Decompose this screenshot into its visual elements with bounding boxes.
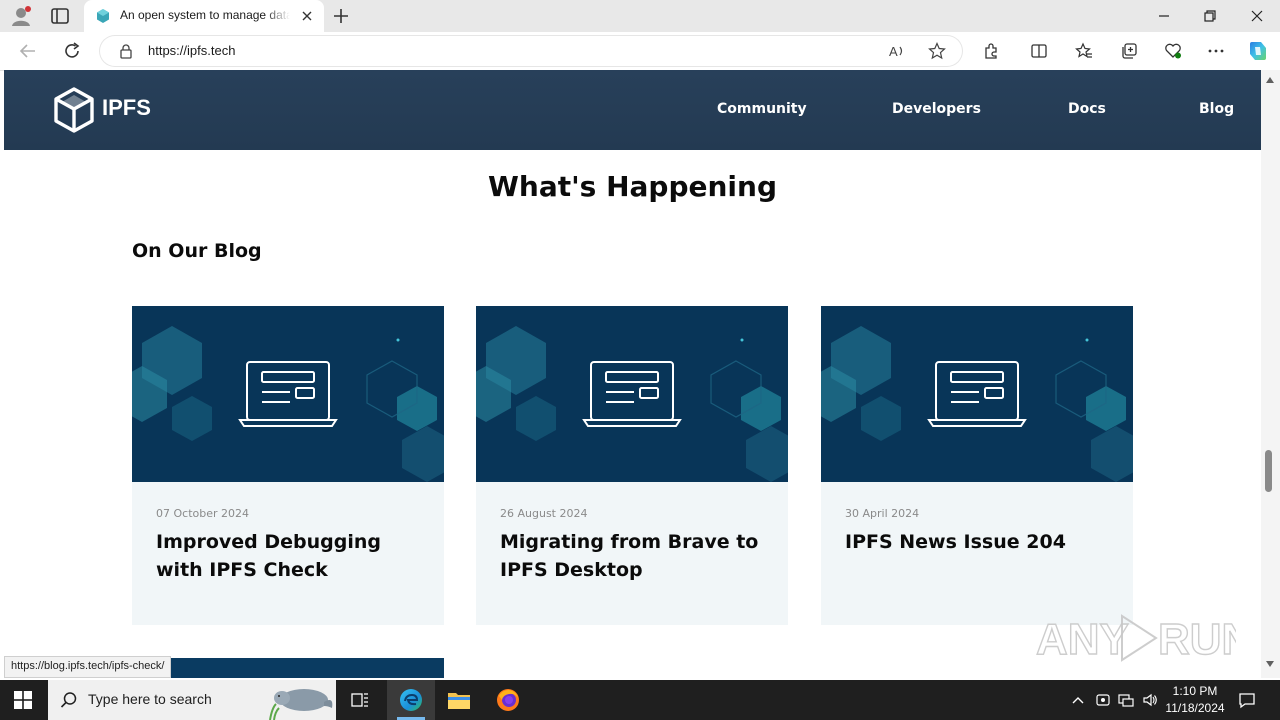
- task-view-icon: [351, 693, 368, 707]
- url-text[interactable]: https://ipfs.tech: [148, 43, 235, 58]
- favorite-star-icon[interactable]: [928, 42, 946, 60]
- volume-icon[interactable]: [1142, 692, 1158, 708]
- search-icon: [60, 692, 77, 708]
- tray-chevron-up-icon[interactable]: [1070, 692, 1086, 708]
- windows-start-icon[interactable]: [14, 691, 32, 709]
- card-title[interactable]: Improved Debugging with IPFS Check: [156, 528, 426, 584]
- anyrun-watermark: ANY RUN: [1036, 614, 1236, 665]
- edge-icon: [400, 689, 422, 711]
- clock-time: 1:10 PM: [1172, 684, 1218, 698]
- restore-icon[interactable]: [1202, 8, 1218, 24]
- web-page: IPFS Community Developers Docs Blog What…: [4, 70, 1261, 678]
- blog-card-image: [476, 306, 788, 482]
- copilot-icon[interactable]: [1246, 39, 1270, 63]
- clock-date: 11/18/2024: [1165, 701, 1225, 715]
- scroll-up-icon[interactable]: [1265, 76, 1275, 84]
- firefox-icon: [497, 689, 519, 711]
- new-tab-icon[interactable]: [332, 7, 350, 25]
- browser-tab-bar: An open system to manage data without a …: [0, 0, 1280, 32]
- tab-actions-icon[interactable]: [50, 7, 70, 25]
- close-window-icon[interactable]: [1249, 8, 1265, 24]
- blog-heading: On Our Blog: [132, 240, 262, 262]
- ipfs-logo-link[interactable]: IPFS: [52, 86, 152, 134]
- lock-icon[interactable]: [118, 43, 134, 59]
- svg-text:ANY: ANY: [1036, 615, 1129, 664]
- close-tab-icon[interactable]: [300, 9, 314, 23]
- nav-community[interactable]: Community: [717, 101, 807, 117]
- browser-essentials-icon[interactable]: [1164, 42, 1182, 60]
- nav-docs[interactable]: Docs: [1068, 101, 1106, 117]
- card-date: 30 April 2024: [845, 507, 920, 520]
- network-icon[interactable]: [1118, 692, 1134, 708]
- meet-now-icon[interactable]: [1095, 692, 1111, 708]
- page-scrollbar[interactable]: [1261, 70, 1280, 678]
- nav-blog[interactable]: Blog: [1199, 101, 1234, 117]
- card-title[interactable]: Migrating from Brave to IPFS Desktop: [500, 528, 770, 584]
- folder-icon: [448, 693, 470, 709]
- extensions-icon[interactable]: [982, 42, 1000, 60]
- tab-title: An open system to manage data without a …: [120, 8, 290, 22]
- split-screen-icon[interactable]: [1030, 42, 1048, 60]
- nav-developers[interactable]: Developers: [892, 101, 981, 117]
- svg-text:A: A: [889, 44, 898, 59]
- svg-text:RUN: RUN: [1158, 615, 1236, 664]
- blog-card[interactable]: 26 August 2024 Migrating from Brave to I…: [476, 306, 788, 625]
- back-arrow-icon[interactable]: [18, 41, 38, 61]
- manatee-search-highlight-icon: [269, 689, 333, 720]
- url-bar[interactable]: https://ipfs.tech A: [100, 36, 962, 66]
- card-date: 26 August 2024: [500, 507, 588, 520]
- status-bar-url: https://blog.ipfs.tech/ipfs-check/: [4, 656, 172, 678]
- search-placeholder: Type here to search: [88, 691, 212, 707]
- favorites-icon[interactable]: [1075, 42, 1093, 60]
- next-card-image[interactable]: [132, 658, 444, 678]
- windows-taskbar: Type here to search 1:10 PM 11/18/2024: [0, 680, 1280, 720]
- scroll-thumb[interactable]: [1265, 450, 1272, 492]
- ipfs-favicon-icon: [97, 9, 109, 23]
- scroll-down-icon[interactable]: [1265, 660, 1275, 668]
- blog-card-image: [132, 306, 444, 482]
- active-tab[interactable]: An open system to manage data without a …: [84, 0, 324, 32]
- edge-taskbar-button[interactable]: [387, 680, 435, 720]
- ipfs-cube-icon: [54, 87, 94, 133]
- minimize-icon[interactable]: [1156, 8, 1172, 24]
- refresh-icon[interactable]: [62, 41, 82, 61]
- blog-card-image: [821, 306, 1133, 482]
- card-date: 07 October 2024: [156, 507, 250, 520]
- section-title: What's Happening: [488, 170, 777, 203]
- profile-icon[interactable]: [10, 5, 32, 27]
- site-header: IPFS Community Developers Docs Blog: [4, 70, 1261, 150]
- notification-icon[interactable]: [1238, 691, 1256, 709]
- address-toolbar: https://ipfs.tech A: [0, 32, 1280, 71]
- blog-card[interactable]: 07 October 2024 Improved Debugging with …: [132, 306, 444, 625]
- firefox-taskbar-button[interactable]: [484, 680, 532, 720]
- blog-card[interactable]: 30 April 2024 IPFS News Issue 204: [821, 306, 1133, 625]
- system-clock[interactable]: 1:10 PM 11/18/2024: [1160, 683, 1230, 717]
- more-options-icon[interactable]: [1207, 42, 1225, 60]
- task-view-button[interactable]: [336, 680, 384, 720]
- file-explorer-taskbar-button[interactable]: [435, 680, 483, 720]
- collections-icon[interactable]: [1120, 42, 1138, 60]
- read-aloud-icon[interactable]: A: [888, 42, 906, 60]
- logo-text: IPFS: [102, 95, 151, 120]
- card-title[interactable]: IPFS News Issue 204: [845, 528, 1115, 556]
- taskbar-search[interactable]: Type here to search: [48, 680, 336, 720]
